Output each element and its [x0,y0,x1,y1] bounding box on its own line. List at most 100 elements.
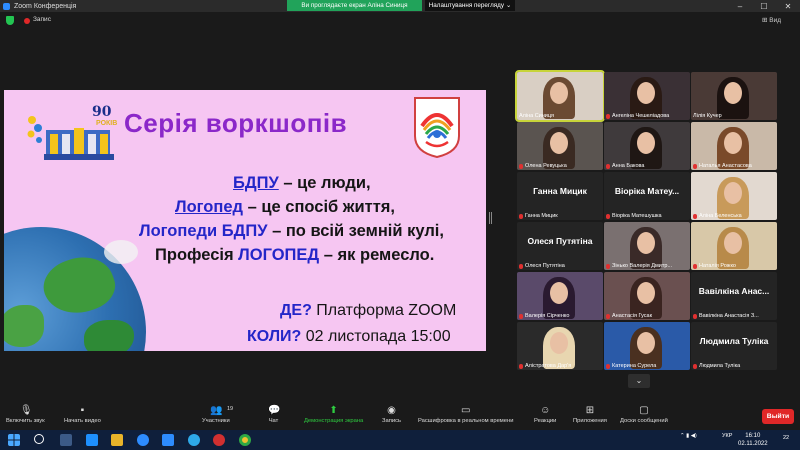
task-view-icon[interactable] [60,434,72,446]
anniversary-word: РОКІВ [96,120,118,127]
mic-muted-icon [693,313,697,319]
mic-muted-icon [606,363,610,369]
whiteboard-button[interactable]: ▢ Доски сообщений [620,405,668,424]
windows-start-icon[interactable] [8,434,20,446]
gallery-scroll-down-button[interactable]: ⌄ [628,374,650,388]
live-transcript-button[interactable]: ▭ Расшифровка в реальном времени [418,405,513,424]
file-explorer-icon[interactable] [111,434,123,446]
mic-muted-icon [519,363,523,369]
participant-name: Аліна Беленська [699,213,742,219]
close-button[interactable]: ✕ [776,0,800,12]
participant-tile[interactable]: Валерія Сірченко [517,272,603,320]
participant-name: Валерія Сірченко [525,313,570,319]
participant-face [637,82,655,104]
participant-tile[interactable]: Зінько Валерія Дмитр... [604,222,690,270]
chat-label: Чат [268,418,279,424]
participant-caption: Валерія Сірченко [519,313,601,319]
participant-caption: Алістратова Дар'я [519,363,601,369]
participants-button[interactable]: 👥 Участники [202,405,230,424]
participant-caption: Зінько Валерія Дмитр... [606,263,688,269]
participant-tile[interactable]: Аліна Синиця [515,70,605,122]
participant-name-display: Віоріка Матеу... [614,186,680,196]
leave-meeting-button[interactable]: Выйти [762,409,794,424]
chevron-down-icon: ⌄ [505,2,512,9]
participant-name: Вавілкіна Анастасія З... [699,313,759,319]
mic-muted-icon [606,313,610,319]
participant-tile[interactable]: Аліна Беленська [691,172,777,220]
apps-label: Приложения [573,418,607,424]
mic-muted-icon [606,263,610,269]
participant-tile[interactable]: Катерина Сурела [604,322,690,370]
when-value: 02 листопада 15:00 [301,328,451,345]
participant-tile[interactable]: Лілія Кучер [691,72,777,120]
participant-tile[interactable]: Алістратова Дар'я [517,322,603,370]
start-video-button[interactable]: ▪ Начать видео [64,405,101,424]
participant-caption: Наталія Рожко [693,263,775,269]
view-options-button[interactable]: Налаштування перегляду ⌄ [425,0,515,11]
unmute-button[interactable]: 🎙 Включить звук [6,405,45,424]
mic-muted-icon [606,213,610,219]
mic-muted-icon [519,263,523,269]
participant-tile[interactable]: Вавілкіна Анас... Вавілкіна Анастасія З..… [691,272,777,320]
edge-icon[interactable] [86,434,98,446]
participant-caption: Наталья Анастасова [693,163,775,169]
share-screen-label: Демонстрация экрана [304,418,364,424]
zoom-window-icon[interactable] [162,434,174,446]
participant-face [550,282,568,304]
participant-name-display: Вавілкіна Анас... [698,286,770,296]
clock-date: 02.11.2022 [738,441,768,447]
participant-caption: Віоріка Матешушка [606,213,688,219]
unmute-label: Включить звук [6,418,45,424]
department-emblem-icon [414,97,460,158]
view-options-label: Налаштування перегляду [428,2,504,9]
whiteboard-icon: ▢ [639,405,649,416]
panel-resize-handle[interactable] [489,212,492,224]
slide-line-3: Логопеди БДПУ – по всій земній кулі, [139,222,444,241]
globe-cloud [104,240,138,264]
participant-tile[interactable]: Віоріка Матеу... Віоріка Матешушка [604,172,690,220]
apps-button[interactable]: ⊞ Приложения [573,405,607,424]
record-button[interactable]: ◉ Запись [382,405,401,424]
chrome-icon[interactable] [239,434,251,446]
participant-tile[interactable]: Наталья Анастасова [691,122,777,170]
share-screen-button[interactable]: ⬆ Демонстрация экрана [304,405,363,424]
reactions-label: Реакции [534,418,557,424]
participant-tile[interactable]: Олена Ревуцька [517,122,603,170]
window-title-bar: Zoom Конференція Ви проглядаєте екран Ал… [0,0,800,12]
participant-tile[interactable]: Ангеліна Чешеліадова [604,72,690,120]
notifications-badge[interactable]: 22 [783,435,789,441]
participant-name: Лілія Кучер [693,113,722,119]
system-clock[interactable]: 16:10 02.11.2022 [738,432,768,448]
participant-tile[interactable]: Наталія Рожко [691,222,777,270]
chat-button[interactable]: 💬 Чат [268,405,280,424]
tray-icons[interactable]: ⌃ ▮ ◀) [680,433,697,439]
record-label: Запись [382,418,402,424]
participant-name: Наталья Анастасова [699,163,752,169]
layout-button[interactable]: ⊞ Вид [762,16,784,25]
minimize-button[interactable]: – [728,0,752,12]
video-off-icon: ▪ [80,405,85,416]
reactions-button[interactable]: ☺ Реакции [534,405,556,424]
telegram-icon[interactable] [188,434,200,446]
participant-tile[interactable]: Олеся Путятіна Олеся Путятіна [517,222,603,270]
slide-where: ДЕ? Платформа ZOOM [280,302,456,320]
keyboard-language[interactable]: УКР [722,433,732,439]
participant-name-display: Ганна Мицик [533,186,587,196]
slide-when: КОЛИ? 02 листопада 15:00 [247,328,451,346]
participant-tile[interactable]: Ганна Мицик Ганна Мицик [517,172,603,220]
maximize-button[interactable]: ☐ [752,0,776,12]
live-transcript-label: Расшифровка в реальном времени [418,418,514,424]
search-icon[interactable] [34,434,44,444]
participant-name: Аліна Синиця [519,113,555,119]
participant-name: Олена Ревуцька [525,163,567,169]
participant-tile[interactable]: Людмила Туліка Людмила Туліка [691,322,777,370]
shield-icon[interactable] [6,16,14,25]
zoom-taskbar-icon[interactable] [137,434,149,446]
participant-tile[interactable]: Анна Бакова [604,122,690,170]
record-icon: ◉ [387,405,396,416]
recording-label[interactable]: Запис [33,16,51,23]
opera-icon[interactable] [213,434,225,446]
participant-caption: Вавілкіна Анастасія З... [693,313,775,319]
meeting-info-bar: Запис ⊞ Вид [0,12,800,28]
participant-tile[interactable]: Анастасія Гусак [604,272,690,320]
